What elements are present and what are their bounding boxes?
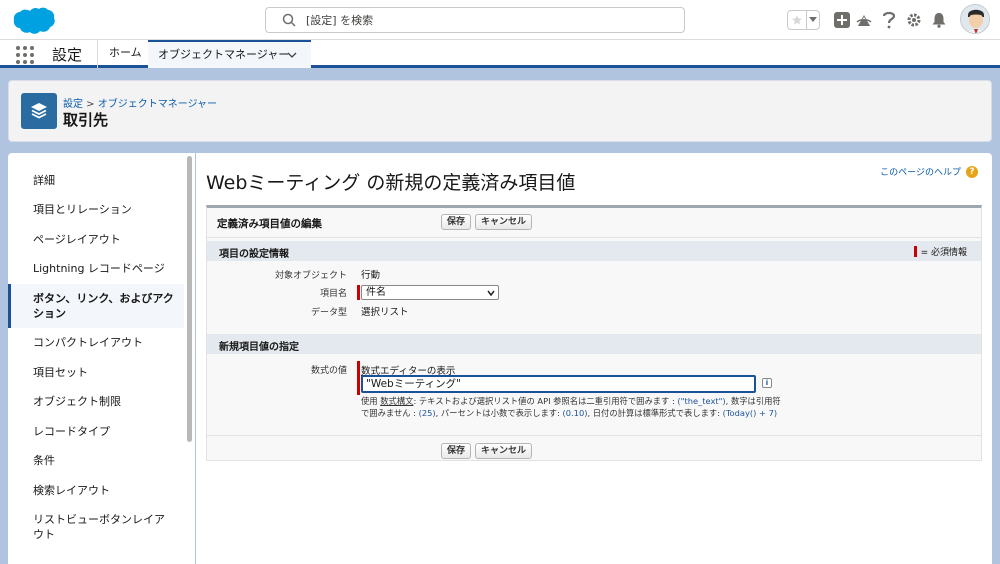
help-example-3: (0.10) (562, 408, 588, 418)
app-name: 設定 (52, 46, 83, 64)
sidebar-scrollbar[interactable] (186, 153, 193, 564)
sidebar-item-field-sets[interactable]: 項目セット (8, 365, 184, 380)
salesforce-logo-icon[interactable] (12, 6, 56, 36)
sidebar-item-lightning-record-pages[interactable]: Lightning レコードページ (8, 261, 184, 276)
cancel-button-bottom[interactable]: キャンセル (475, 443, 533, 459)
formula-input[interactable]: "Webミーティング" (361, 375, 756, 393)
section-new-value: 新規項目値の指定 (207, 334, 981, 354)
sidebar-item-record-types[interactable]: レコードタイプ (8, 424, 184, 439)
required-legend: = 必須情報 (913, 245, 967, 258)
nav-tab-object-manager-label: オブジェクトマネージャー (158, 48, 290, 61)
help-text-1: : テキストおよび選択リスト値の API 参照名は二重引用符で囲みます : (413, 396, 678, 406)
layers-icon (21, 93, 57, 129)
field-name-selected-value: 件名 (366, 287, 386, 298)
sidebar-item-details[interactable]: 詳細 (8, 173, 184, 188)
sidebar-item-conditions[interactable]: 条件 (8, 453, 184, 468)
target-object-label: 対象オブジェクト (274, 271, 347, 281)
breadcrumb: 設定 > オブジェクトマネージャー (63, 95, 217, 110)
sidebar-item-fields-relationships[interactable]: 項目とリレーション (8, 202, 184, 217)
main-title: Webミーティング の新規の定義済み項目値 (206, 172, 576, 194)
section-title: 新規項目値の指定 (219, 342, 299, 353)
formula-help-text: 使用 数式構文: テキストおよび選択リスト値の API 参照名は二重引用符で囲み… (361, 395, 781, 419)
panel-header: 定義済み項目値の編集 保存 キャンセル (207, 208, 981, 238)
main-content: Webミーティング の新規の定義済み項目値 このページのヘルプ ? 定義済み項目… (196, 153, 992, 564)
breadcrumb-object-manager-link[interactable]: オブジェクトマネージャー (98, 99, 217, 110)
chevron-down-icon (487, 290, 495, 297)
trailhead-icon[interactable] (854, 10, 874, 30)
formula-syntax-link[interactable]: 数式構文 (380, 396, 413, 406)
global-header (0, 0, 1000, 40)
app-navigation-bar: 設定 ホーム オブジェクトマネージャー (0, 40, 1000, 68)
add-icon[interactable] (832, 10, 852, 30)
help-text-4: , 日付の計算は標準形式で表します: (587, 408, 723, 418)
help-icon[interactable] (879, 10, 899, 30)
target-object-value: 行動 (361, 270, 381, 281)
formula-value-label: 数式の値 (310, 366, 347, 376)
required-legend-label: = 必須情報 (920, 248, 967, 258)
edit-panel: 定義済み項目値の編集 保存 キャンセル 項目の設定情報 = 必須情報 対象オブジ… (206, 205, 982, 461)
help-text-3: , パーセントは小数で表示します: (435, 408, 563, 418)
field-name-select[interactable]: 件名 (361, 285, 499, 300)
page-help-link-label: このページのヘルプ (880, 168, 961, 178)
required-marker-icon (913, 246, 917, 257)
page-help-link[interactable]: このページのヘルプ ? (880, 165, 978, 178)
nav-tab-object-manager[interactable]: オブジェクトマネージャー (148, 40, 311, 68)
star-icon[interactable] (788, 11, 807, 29)
save-button-top[interactable]: 保存 (441, 214, 472, 230)
panel-footer-divider (207, 435, 981, 436)
panel-title: 定義済み項目値の編集 (217, 218, 322, 230)
chevron-down-icon[interactable] (287, 50, 297, 60)
chevron-down-icon[interactable] (807, 11, 819, 29)
sidebar-item-compact-layouts[interactable]: コンパクトレイアウト (8, 335, 184, 350)
object-page-header: 設定 > オブジェクトマネージャー 取引先 (8, 80, 992, 142)
help-example-1: ("the_text") (677, 396, 726, 406)
object-manager-sidebar: 詳細 項目とリレーション ページレイアウト Lightning レコードページ … (8, 153, 195, 564)
sidebar-item-buttons-links-actions[interactable]: ボタン、リンク、およびアクション (8, 284, 184, 328)
app-launcher-icon[interactable] (16, 46, 34, 64)
sidebar-item-search-layouts[interactable]: 検索レイアウト (8, 483, 184, 498)
field-name-label: 項目名 (319, 289, 347, 299)
sidebar-item-list-view-button-layout[interactable]: リストビューボタンレイアウト (8, 512, 168, 542)
page-title: 取引先 (63, 111, 109, 129)
search-icon (282, 13, 296, 27)
sidebar-item-object-limits[interactable]: オブジェクト制限 (8, 394, 184, 409)
field-name-select-wrap: 件名 (357, 285, 499, 300)
cancel-button-top[interactable]: キャンセル (475, 214, 533, 230)
help-example-4: (Today() + 7) (722, 408, 778, 418)
save-button-bottom[interactable]: 保存 (441, 443, 472, 459)
required-marker-icon (357, 361, 360, 395)
scrollbar-thumb[interactable] (187, 156, 192, 442)
help-example-2: (25) (418, 408, 436, 418)
notification-bell-icon[interactable] (929, 10, 949, 30)
data-type-value: 選択リスト (361, 307, 409, 318)
nav-divider (97, 40, 98, 68)
sidebar-item-page-layouts[interactable]: ページレイアウト (8, 232, 184, 247)
search-input[interactable] (306, 11, 666, 29)
help-use: 使用 (361, 396, 381, 406)
favorites-button[interactable] (787, 10, 820, 30)
section-title: 項目の設定情報 (219, 249, 289, 260)
global-search[interactable] (265, 7, 685, 33)
question-icon: ? (966, 165, 978, 178)
user-avatar[interactable] (960, 4, 990, 34)
data-type-label: データ型 (310, 308, 347, 318)
gear-icon[interactable] (904, 10, 924, 30)
nav-tab-home[interactable]: ホーム (109, 40, 142, 68)
info-icon[interactable]: i (762, 378, 772, 388)
section-field-settings: 項目の設定情報 = 必須情報 (207, 241, 981, 261)
